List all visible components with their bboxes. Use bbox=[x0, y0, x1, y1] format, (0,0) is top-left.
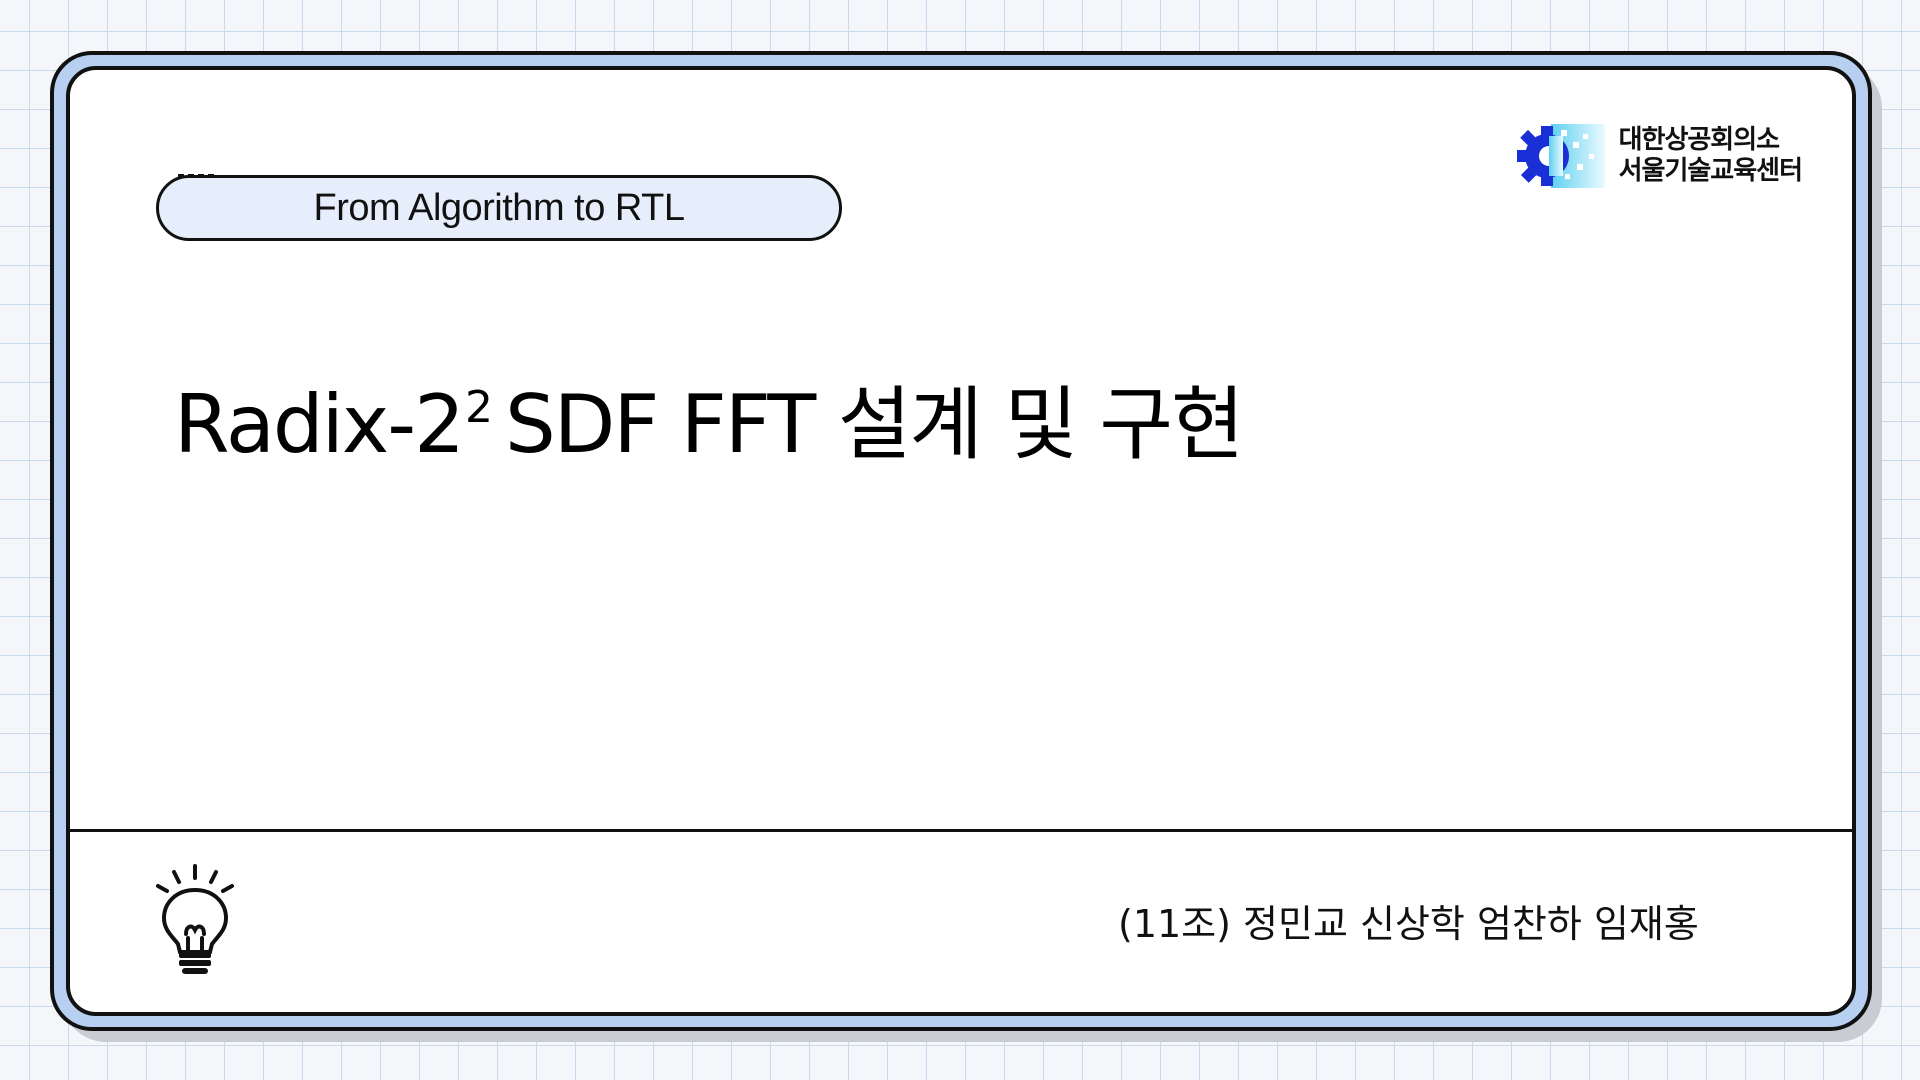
topic-tag: From Algorithm to RTL bbox=[156, 175, 842, 241]
topic-tag-label: From Algorithm to RTL bbox=[313, 186, 685, 229]
team-members: (11조) 정민교 신상학 엄찬하 임재홍 bbox=[1118, 902, 1699, 946]
footer-divider bbox=[70, 829, 1852, 832]
lightbulb-icon bbox=[156, 864, 234, 974]
slide-title: Radix-22 SDF FFT 설계 및 구현 bbox=[174, 360, 1245, 476]
title-main: Radix-2 bbox=[174, 378, 465, 471]
gear-icon bbox=[1516, 124, 1605, 188]
title-superscript: 2 bbox=[464, 382, 493, 433]
title-rest: SDF FFT 설계 및 구현 bbox=[504, 378, 1245, 471]
slide-card: From Algorithm to RTL 대한상공회의소 서울기술교육센터 R… bbox=[66, 66, 1856, 1016]
logo-line-2: 서울기술교육센터 bbox=[1618, 156, 1803, 186]
logo-line-1: 대한상공회의소 bbox=[1618, 125, 1780, 155]
organization-logo: 대한상공회의소 서울기술교육센터 bbox=[1516, 120, 1803, 192]
